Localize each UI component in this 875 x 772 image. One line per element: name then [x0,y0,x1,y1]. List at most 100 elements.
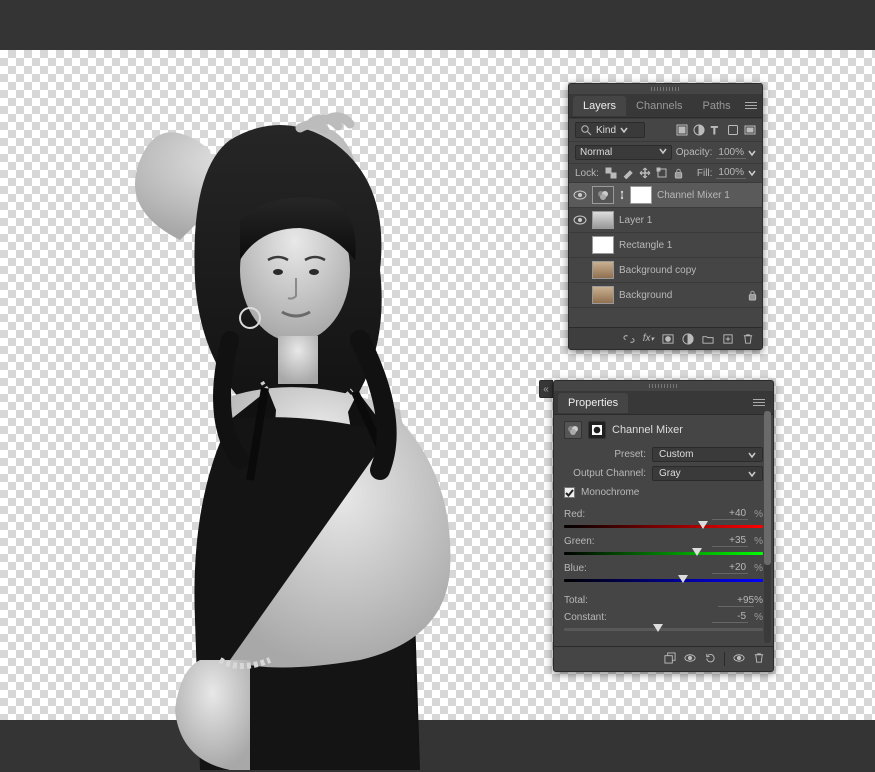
preset-select[interactable]: Custom [652,447,763,462]
layer-row[interactable]: Layer 1 [569,207,762,232]
red-label: Red: [564,509,712,520]
monochrome-checkbox[interactable]: Monochrome [564,487,763,498]
panel-collapse-button[interactable]: « [539,380,553,398]
new-layer-icon[interactable] [721,332,734,345]
layer-row[interactable]: Background [569,282,762,307]
lock-transparent-icon[interactable] [605,167,617,179]
slider-handle[interactable] [698,521,708,529]
fill-label: Fill: [697,168,713,179]
blue-slider-row: Blue: +20 % [564,562,763,585]
panel-drag-handle[interactable] [569,84,762,94]
visibility-toggle[interactable] [573,188,587,202]
visibility-toggle[interactable] [573,213,587,227]
slider-handle[interactable] [692,548,702,556]
layer-mask-thumbnail [630,186,652,204]
chevron-down-icon [748,470,756,478]
new-group-icon[interactable] [701,332,714,345]
delete-layer-icon[interactable] [741,332,754,345]
filter-pixel-icon[interactable] [676,124,688,136]
properties-scrollbar[interactable] [764,406,771,643]
green-slider-row: Green: +35 % [564,535,763,558]
percent-unit: % [754,612,763,623]
visibility-toggle[interactable] [573,238,587,252]
layer-thumbnail [592,236,614,254]
slider-handle[interactable] [678,575,688,583]
filter-type-icon[interactable]: T [710,124,722,136]
lock-label: Lock: [575,168,599,179]
blend-mode-value: Normal [580,147,612,158]
blend-row: Normal Opacity: 100% [569,141,762,163]
filter-smart-icon[interactable] [744,124,756,136]
layer-name[interactable]: Layer 1 [619,215,652,226]
chevron-down-icon [748,149,756,157]
chevron-down-icon [748,451,756,459]
preset-label: Preset: [564,449,646,460]
green-label: Green: [564,536,712,547]
constant-value-input[interactable]: -5 [712,611,748,623]
chevron-down-icon [659,147,667,155]
layer-name[interactable]: Background [619,290,672,301]
reset-icon[interactable] [704,652,716,664]
lock-position-icon[interactable] [639,167,651,179]
opacity-value-input[interactable]: 100% [716,147,756,159]
delete-adjustment-icon[interactable] [753,652,765,664]
toggle-visibility-icon[interactable] [733,652,745,664]
green-value-input[interactable]: +35 [712,535,748,547]
percent-unit: % [754,509,763,520]
clip-to-layer-icon[interactable] [664,652,676,664]
green-slider[interactable] [564,549,763,558]
layer-fx-icon[interactable]: fx▾ [643,332,654,345]
adjustment-title: Channel Mixer [612,424,683,436]
red-value-input[interactable]: +40 [712,508,748,520]
chevron-down-icon [620,126,628,134]
layer-row[interactable]: Rectangle 1 [569,232,762,257]
panel-drag-handle[interactable] [554,381,773,391]
blend-mode-select[interactable]: Normal [575,145,672,160]
layer-name[interactable]: Channel Mixer 1 [657,190,730,201]
layer-thumbnail [592,211,614,229]
red-slider-row: Red: +40 % [564,508,763,531]
red-slider[interactable] [564,522,763,531]
blue-slider[interactable] [564,576,763,585]
visibility-toggle[interactable] [573,288,587,302]
fill-value-input[interactable]: 100% [716,167,756,179]
output-channel-label: Output Channel: [564,468,646,479]
add-mask-icon[interactable] [661,332,674,345]
new-adjustment-icon[interactable] [681,332,694,345]
layer-row[interactable]: Channel Mixer 1 [569,182,762,207]
tab-paths[interactable]: Paths [693,96,741,116]
percent-unit: % [754,536,763,547]
output-channel-field: Output Channel: Gray [564,466,763,481]
subject-image [100,100,485,770]
lock-artboard-icon[interactable] [656,167,668,179]
lock-pixels-icon[interactable] [622,167,634,179]
layer-name[interactable]: Background copy [619,265,696,276]
link-layers-icon[interactable] [623,332,636,345]
layer-row[interactable]: Background copy [569,257,762,282]
lock-all-icon[interactable] [673,167,685,179]
tab-channels[interactable]: Channels [626,96,692,116]
constant-slider-row: Constant: -5 % [564,611,763,634]
constant-slider[interactable] [564,625,763,634]
view-previous-icon[interactable] [684,652,696,664]
total-value: +95 [718,595,754,607]
filter-adjustment-icon[interactable] [693,124,705,136]
mask-icon[interactable] [588,421,606,439]
svg-text:T: T [711,125,718,136]
properties-footer [554,646,773,671]
tab-layers[interactable]: Layers [573,96,626,116]
panel-menu-icon[interactable] [741,98,761,113]
slider-handle[interactable] [653,624,663,632]
layers-footer: fx▾ [569,327,762,349]
output-channel-select[interactable]: Gray [652,466,763,481]
layers-panel: Layers Channels Paths Kind T Normal Opac… [568,83,763,350]
kind-filter-select[interactable]: Kind [575,122,645,138]
blue-value-input[interactable]: +20 [712,562,748,574]
tab-properties[interactable]: Properties [558,393,628,413]
visibility-toggle[interactable] [573,263,587,277]
preset-field: Preset: Custom [564,447,763,462]
lock-row: Lock: Fill: 100% [569,163,762,182]
layer-thumbnail [592,286,614,304]
filter-shape-icon[interactable] [727,124,739,136]
layer-name[interactable]: Rectangle 1 [619,240,672,251]
